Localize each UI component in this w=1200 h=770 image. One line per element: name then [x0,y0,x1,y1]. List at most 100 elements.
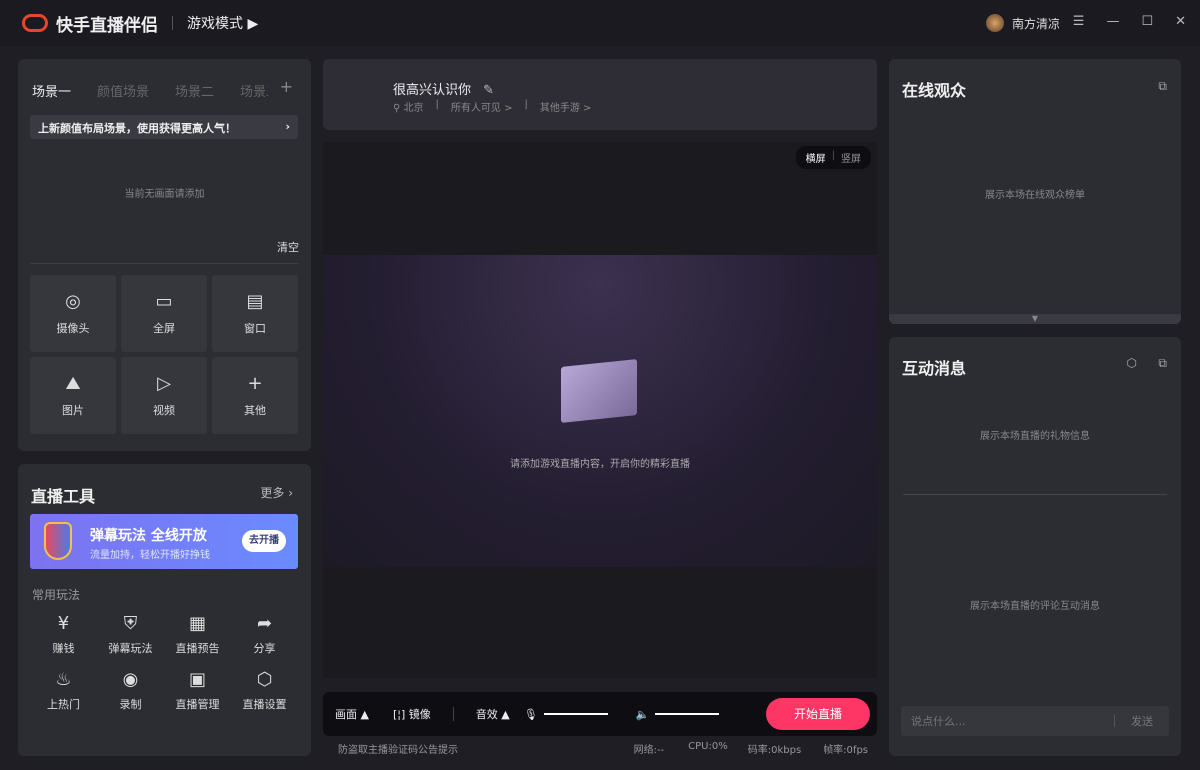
banner-text: 上新颜值布局场景，使用获得更高人气！ [38,120,236,134]
source-camera[interactable]: ◎摄像头 [30,275,116,352]
flame-icon: ♨ [55,670,71,690]
promo-title: 弹幕玩法 全线开放 [90,525,207,545]
plus-icon: + [247,374,262,394]
empty-box-icon [561,359,637,423]
clear-button[interactable]: 清空 [277,239,299,255]
tool-label: 直播设置 [243,696,287,712]
effects-menu[interactable]: 音效 ▲ [476,706,510,722]
location[interactable]: ⚲ 北京 [393,99,424,114]
section-title: 互动消息 [902,355,966,379]
speaker-volume-slider[interactable] [655,713,719,715]
stream-info-panel: 很高兴认识你 ✎ ⚲ 北京| 所有人可见 >| 其他手游 > [323,59,877,130]
user-profile[interactable]: 南方清凉 [986,14,1060,32]
source-other[interactable]: + 其他 [212,357,298,434]
tab-scene-3[interactable]: 场景三 [240,81,268,100]
kuaishou-logo-icon [22,14,48,32]
mode-switch[interactable]: 游戏模式 ▶ [187,13,258,33]
comment-input-box: 发送 [901,706,1169,736]
title-bar: 快手直播伴侣 游戏模式 ▶ 南方清凉 ☰ — ☐ ✕ [0,0,1200,46]
start-live-button[interactable]: 开始直播 [766,698,870,730]
window-icon: ▤ [246,292,263,312]
comments-empty-text: 展示本场直播的评论互动消息 [889,597,1181,612]
share-icon: ➦ [257,614,272,634]
game-canvas: 请添加游戏直播内容，开启你的精彩直播 [323,255,877,567]
more-link[interactable]: 更多 › [260,484,293,501]
chevron-right-icon: › [285,120,290,134]
divider [30,263,299,264]
source-fullscreen[interactable]: ▭全屏 [121,275,207,352]
messages-panel: 互动消息 ⬡ ⧉ 展示本场直播的礼物信息 展示本场直播的评论互动消息 发送 [889,337,1181,756]
mic-volume-slider[interactable] [544,713,608,715]
bitrate-status: 码率:0kbps [748,741,801,756]
go-live-button[interactable]: 去开播 [242,530,286,552]
edit-icon[interactable]: ✎ [483,83,494,98]
shield-badge-icon [44,522,72,560]
add-scene-button[interactable]: + [280,77,293,96]
mirror-label: 镜像 [409,708,431,721]
preview-hint: 请添加游戏直播内容，开启你的精彩直播 [323,455,877,470]
source-window[interactable]: ▤ 窗口 [212,275,298,352]
collapse-handle[interactable]: ▼ [889,314,1181,324]
notice-link[interactable]: 防盗取主播验证码公告提示 [338,741,458,756]
live-tools-panel: 直播工具 更多 › 弹幕玩法 全线开放 流量加持，轻松开播好挣钱 去开播 常用玩… [18,464,311,756]
tool-trending[interactable]: ♨上热门 [30,670,97,712]
tab-beauty-scene[interactable]: 颜值场景 [97,81,149,100]
tool-preview[interactable]: ▦直播预告 [164,614,231,656]
minimize-icon[interactable]: — [1106,14,1119,29]
menu-icon[interactable]: ☰ [1073,14,1085,29]
yen-icon: ¥ [58,614,69,634]
source-label: 全屏 [153,320,175,336]
scene-promo-banner[interactable]: 上新颜值布局场景，使用获得更高人气！ › [30,115,298,139]
portrait-option[interactable]: 竖屏 [841,150,861,165]
gifts-empty-text: 展示本场直播的礼物信息 [889,427,1181,442]
tab-scene-1[interactable]: 场景一 [32,81,71,100]
effects-label: 音效 [476,708,498,721]
tool-settings[interactable]: ⬡直播设置 [231,670,298,712]
record-icon: ◉ [123,670,139,690]
orientation-toggle[interactable]: 横屏|竖屏 [796,146,871,169]
stream-title[interactable]: 很高兴认识你 ✎ [393,79,494,98]
danmaku-promo-banner[interactable]: 弹幕玩法 全线开放 流量加持，轻松开播好挣钱 去开播 [30,514,298,569]
source-image[interactable]: ⛰图片 [30,357,116,434]
source-label: 图片 [62,402,84,418]
microphone-icon[interactable]: 🎙 [524,708,538,721]
popout-icon[interactable]: ⧉ [1158,79,1167,94]
send-button[interactable]: 发送 [1115,713,1169,729]
shield-icon: ⛨ [124,614,138,634]
tool-label: 赚钱 [53,640,75,656]
control-bar: 画面 ▲ [¦] 镜像 音效 ▲ 🎙 🔈 开始直播 [323,692,877,736]
source-video[interactable]: ▷视频 [121,357,207,434]
divider: | [524,99,527,114]
tool-danmaku[interactable]: ⛨弹幕玩法 [97,614,164,656]
source-label: 其他 [244,402,266,418]
popout-icon[interactable]: ⧉ [1158,356,1167,371]
tool-manage[interactable]: ▣直播管理 [164,670,231,712]
landscape-option[interactable]: 横屏 [806,150,826,165]
maximize-icon[interactable]: ☐ [1141,14,1153,29]
calendar-icon: ▦ [189,614,206,634]
status-bar: 防盗取主播验证码公告提示 网络:-- CPU:0% 码率:0kbps 帧率:0f… [338,741,868,756]
speaker-icon[interactable]: 🔈 [636,708,650,721]
close-icon[interactable]: ✕ [1175,14,1186,29]
location-text: 北京 [404,103,424,114]
source-label: 摄像头 [57,320,90,336]
cpu-status: CPU:0% [688,741,728,756]
screen-menu[interactable]: 画面 ▲ [335,706,369,722]
splitter-handle[interactable] [903,494,1167,495]
tool-earn[interactable]: ¥ 赚钱 [30,614,97,656]
divider [172,16,173,30]
username: 南方清凉 [1012,15,1060,32]
tab-scene-2[interactable]: 场景二 [175,81,214,100]
common-label: 常用玩法 [32,586,80,603]
tool-share[interactable]: ➦分享 [231,614,298,656]
mirror-button[interactable]: [¦] 镜像 [393,706,431,722]
app-name: 快手直播伴侣 [56,11,158,36]
comment-input[interactable] [901,715,1114,728]
avatar[interactable] [986,14,1004,32]
section-title: 在线观众 [902,77,966,101]
category-select[interactable]: 其他手游 > [540,99,592,114]
visibility-select[interactable]: 所有人可见 > [451,99,513,114]
tool-record[interactable]: ◉录制 [97,670,164,712]
settings-icon[interactable]: ⬡ [1127,356,1137,370]
source-label: 窗口 [244,320,266,336]
